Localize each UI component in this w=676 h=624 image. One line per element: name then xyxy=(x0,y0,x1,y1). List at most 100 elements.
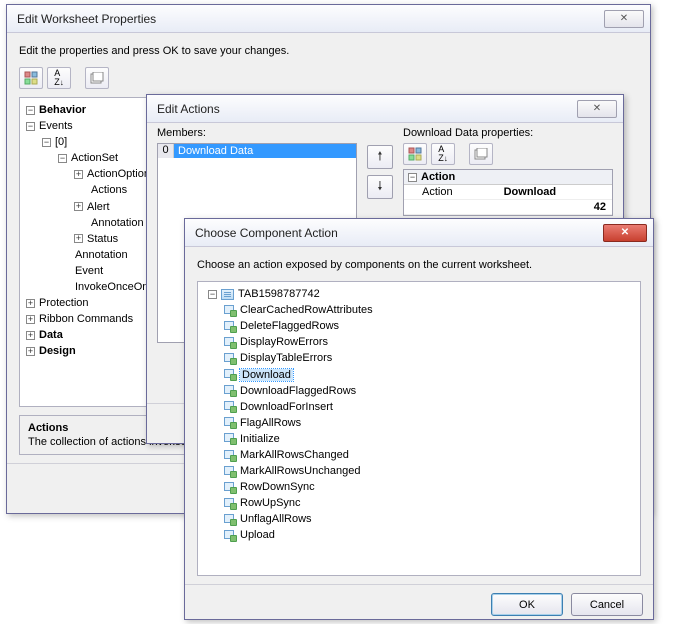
tree-node-action[interactable]: RowDownSync xyxy=(224,479,636,495)
action-tree[interactable]: − TAB1598787742 ClearCachedRowAttributes D… xyxy=(197,281,641,576)
tree-node-action[interactable]: MarkAllRowsUnchanged xyxy=(224,463,636,479)
tree-node-label: MarkAllRowsChanged xyxy=(240,449,349,461)
property-row[interactable]: 42 xyxy=(404,200,612,215)
tree-node-component[interactable]: TAB1598787742 xyxy=(238,288,320,300)
titlebar[interactable]: Choose Component Action ✕ xyxy=(185,219,653,247)
tree-node-label: DownloadFlaggedRows xyxy=(240,385,356,397)
tree-node-event0[interactable]: [0] xyxy=(55,136,67,148)
dialog-title: Edit Actions xyxy=(157,102,577,116)
close-icon: ✕ xyxy=(621,227,629,238)
tree-node-data[interactable]: Data xyxy=(39,329,63,341)
tree-node-action[interactable]: RowUpSync xyxy=(224,495,636,511)
tree-node-action[interactable]: ClearCachedRowAttributes xyxy=(224,302,636,318)
cancel-button[interactable]: Cancel xyxy=(571,593,643,616)
property-value: Download xyxy=(498,185,612,199)
expander[interactable]: + xyxy=(74,170,83,179)
expander[interactable]: + xyxy=(26,299,35,308)
pages-icon xyxy=(474,148,488,160)
alphabetical-button[interactable]: AZ↓ xyxy=(47,67,71,89)
tree-node-action[interactable]: Download xyxy=(224,366,636,382)
tree-node-status[interactable]: Status xyxy=(87,233,118,245)
action-icon xyxy=(224,337,236,348)
property-category: Action xyxy=(421,171,455,183)
move-up-button[interactable]: 🠕 xyxy=(367,145,393,169)
categorized-button[interactable] xyxy=(19,67,43,89)
action-icon xyxy=(224,530,236,541)
tree-node-label: Initialize xyxy=(240,433,280,445)
tree-node-label: RowUpSync xyxy=(240,497,301,509)
action-icon xyxy=(224,417,236,428)
expander[interactable]: + xyxy=(26,347,35,356)
property-name xyxy=(404,200,498,214)
tree-node-action[interactable]: DownloadFlaggedRows xyxy=(224,383,636,399)
tree-node-actions[interactable]: Actions xyxy=(91,185,127,197)
expander[interactable]: − xyxy=(408,173,417,182)
tree-node-event[interactable]: Event xyxy=(75,265,103,277)
tree-node-annotation[interactable]: Annotation xyxy=(91,217,144,229)
action-icon xyxy=(224,498,236,509)
property-grid[interactable]: −Action Action Download 42 xyxy=(403,169,613,216)
tree-node-behavior[interactable]: Behavior xyxy=(39,104,86,116)
action-icon xyxy=(224,385,236,396)
tree-node-action[interactable]: DisplayTableErrors xyxy=(224,350,636,366)
instruction-text: Edit the properties and press OK to save… xyxy=(19,45,638,57)
arrow-down-icon: 🠗 xyxy=(377,177,382,198)
tree-node-action[interactable]: Upload xyxy=(224,527,636,543)
tree-node-events[interactable]: Events xyxy=(39,120,73,132)
tree-node-action[interactable]: FlagAllRows xyxy=(224,415,636,431)
choose-component-action-dialog: Choose Component Action ✕ Choose an acti… xyxy=(184,218,654,620)
tree-node-protection[interactable]: Protection xyxy=(39,297,89,309)
tree-node-action[interactable]: UnflagAllRows xyxy=(224,511,636,527)
dialog-title: Edit Worksheet Properties xyxy=(17,12,604,26)
categorized-icon xyxy=(408,147,422,161)
ok-button[interactable]: OK xyxy=(491,593,563,616)
expander[interactable]: + xyxy=(26,331,35,340)
tree-node-action[interactable]: MarkAllRowsChanged xyxy=(224,447,636,463)
action-icon xyxy=(224,305,236,316)
property-name: Action xyxy=(404,185,498,199)
property-pages-button[interactable] xyxy=(469,143,493,165)
close-button[interactable]: ✕ xyxy=(604,10,644,28)
tree-node-design[interactable]: Design xyxy=(39,346,76,358)
expander[interactable]: − xyxy=(26,106,35,115)
expander[interactable]: − xyxy=(208,290,217,299)
expander[interactable]: + xyxy=(74,202,83,211)
tree-node-action[interactable]: Initialize xyxy=(224,431,636,447)
expander[interactable]: + xyxy=(74,234,83,243)
expander[interactable]: + xyxy=(26,315,35,324)
properties-label: Download Data properties: xyxy=(403,127,613,139)
tree-node-label: MarkAllRowsUnchanged xyxy=(240,465,360,477)
property-pages-button[interactable] xyxy=(85,67,109,89)
tree-node-annotation[interactable]: Annotation xyxy=(75,249,128,261)
categorized-button[interactable] xyxy=(403,143,427,165)
action-icon xyxy=(224,369,236,380)
action-icon xyxy=(224,450,236,461)
close-button[interactable]: ✕ xyxy=(577,100,617,118)
property-row[interactable]: Action Download xyxy=(404,185,612,200)
titlebar[interactable]: Edit Worksheet Properties ✕ xyxy=(7,5,650,33)
close-button[interactable]: ✕ xyxy=(603,224,647,242)
list-item-index: 0 xyxy=(158,144,174,158)
tree-node-ribbon[interactable]: Ribbon Commands xyxy=(39,313,133,325)
tree-node-action[interactable]: DeleteFlaggedRows xyxy=(224,318,636,334)
alphabetical-button[interactable]: AZ↓ xyxy=(431,143,455,165)
action-icon xyxy=(224,353,236,364)
tree-node-label: ClearCachedRowAttributes xyxy=(240,304,373,316)
tree-node-invokeonceonly[interactable]: InvokeOnceOnly xyxy=(75,281,156,293)
expander[interactable]: − xyxy=(58,154,67,163)
tree-node-label: Upload xyxy=(240,530,275,542)
tree-node-alert[interactable]: Alert xyxy=(87,201,110,213)
action-icon xyxy=(224,514,236,525)
property-value-partial: 42 xyxy=(498,200,612,214)
tree-node-action[interactable]: DisplayRowErrors xyxy=(224,334,636,350)
move-down-button[interactable]: 🠗 xyxy=(367,175,393,199)
instruction-text: Choose an action exposed by components o… xyxy=(197,259,641,271)
list-item[interactable]: 0 Download Data xyxy=(158,144,356,158)
titlebar[interactable]: Edit Actions ✕ xyxy=(147,95,623,123)
expander[interactable]: − xyxy=(26,122,35,131)
tree-node-action[interactable]: DownloadForInsert xyxy=(224,399,636,415)
expander[interactable]: − xyxy=(42,138,51,147)
list-item-label: Download Data xyxy=(174,144,356,158)
action-icon xyxy=(224,466,236,477)
tree-node-actionset[interactable]: ActionSet xyxy=(71,152,118,164)
